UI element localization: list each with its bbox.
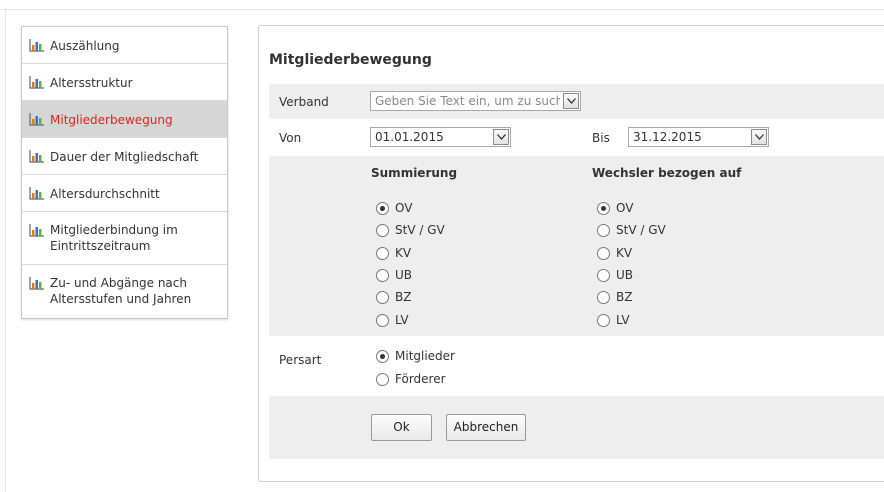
- report-sidebar: Auszählung Altersstruktur Mitgliederbewe…: [21, 26, 228, 319]
- radio-label: OV: [395, 201, 413, 215]
- top-border: [0, 9, 884, 10]
- sidebar-item-label: Zu- und Abgänge nach Altersstufen und Ja…: [50, 276, 192, 306]
- bar-chart-icon: [29, 276, 45, 290]
- von-date-select[interactable]: 01.01.2015: [370, 127, 511, 147]
- radio-button[interactable]: [376, 350, 389, 363]
- verband-select[interactable]: Geben Sie Text ein, um zu suchen: [370, 91, 581, 111]
- radio-label: UB: [616, 267, 634, 282]
- radio-label: BZ: [395, 290, 412, 305]
- radio-label: LV: [395, 312, 409, 327]
- radio-label: BZ: [616, 290, 633, 305]
- sidebar-item-label: Mitgliederbindung im Eintrittszeitraum: [50, 223, 178, 253]
- sidebar-item-mitgliederbewegung[interactable]: Mitgliederbewegung: [22, 101, 227, 138]
- button-bar: [269, 396, 884, 459]
- verband-placeholder: Geben Sie Text ein, um zu suchen: [375, 94, 560, 108]
- sidebar-item-zu-abgaenge[interactable]: Zu- und Abgänge nach Altersstufen und Ja…: [22, 265, 227, 318]
- sidebar-item-label: Mitgliederbewegung: [50, 113, 173, 127]
- sidebar-item-label: Auszählung: [50, 39, 120, 53]
- radio-label: StV / GV: [616, 223, 666, 238]
- radio-button[interactable]: [376, 268, 389, 282]
- bar-chart-icon: [29, 149, 45, 163]
- radio-button[interactable]: [376, 372, 389, 386]
- radio-label: StV / GV: [395, 223, 445, 238]
- sidebar-item-altersdurchschnitt[interactable]: Altersdurchschnitt: [22, 175, 227, 212]
- bis-date-select[interactable]: 31.12.2015: [628, 127, 769, 147]
- von-value: 01.01.2015: [375, 130, 444, 144]
- radio-button[interactable]: [597, 313, 610, 327]
- chevron-down-icon[interactable]: [751, 129, 767, 145]
- bis-value: 31.12.2015: [633, 130, 702, 144]
- sidebar-item-altersstruktur[interactable]: Altersstruktur: [22, 64, 227, 101]
- bar-chart-icon: [29, 75, 45, 89]
- bar-chart-icon: [29, 112, 45, 126]
- sidebar-item-label: Dauer der Mitgliedschaft: [50, 150, 199, 164]
- page-title: Mitgliederbewegung: [269, 52, 432, 68]
- radio-label: UB: [395, 267, 413, 282]
- radio-button[interactable]: [597, 268, 610, 282]
- radio-label: Mitglieder: [395, 349, 455, 363]
- grouping-section: [269, 156, 884, 336]
- ok-button[interactable]: Ok: [371, 414, 432, 441]
- bar-chart-icon: [29, 186, 45, 200]
- persart-label: Persart: [279, 353, 322, 367]
- radio-button[interactable]: [376, 202, 389, 215]
- radio-button[interactable]: [376, 313, 389, 327]
- radio-label: KV: [616, 245, 633, 260]
- left-border: [5, 9, 6, 492]
- sidebar-item-label: Altersstruktur: [50, 76, 133, 90]
- cancel-button[interactable]: Abbrechen: [446, 414, 526, 441]
- sidebar-item-label: Altersdurchschnitt: [50, 187, 160, 201]
- radio-button[interactable]: [376, 246, 389, 260]
- radio-label: OV: [616, 201, 634, 215]
- radio-button[interactable]: [597, 202, 610, 215]
- radio-button[interactable]: [597, 246, 610, 260]
- radio-label: LV: [616, 312, 630, 327]
- bar-chart-icon: [29, 38, 45, 52]
- bar-chart-icon: [29, 223, 45, 237]
- von-label: Von: [279, 131, 302, 145]
- sidebar-item-dauer-mitgliedschaft[interactable]: Dauer der Mitgliedschaft: [22, 138, 227, 175]
- summierung-heading: Summierung: [371, 166, 458, 180]
- wechsler-heading: Wechsler bezogen auf: [592, 166, 742, 180]
- bis-label: Bis: [592, 131, 610, 145]
- radio-label: Förderer: [395, 371, 446, 386]
- sidebar-item-mitgliederbindung[interactable]: Mitgliederbindung im Eintrittszeitraum: [22, 212, 227, 265]
- chevron-down-icon[interactable]: [493, 129, 509, 145]
- sidebar-item-auszaehlung[interactable]: Auszählung: [22, 27, 227, 64]
- chevron-down-icon[interactable]: [563, 93, 579, 109]
- radio-label: KV: [395, 245, 412, 260]
- verband-label: Verband: [279, 95, 329, 109]
